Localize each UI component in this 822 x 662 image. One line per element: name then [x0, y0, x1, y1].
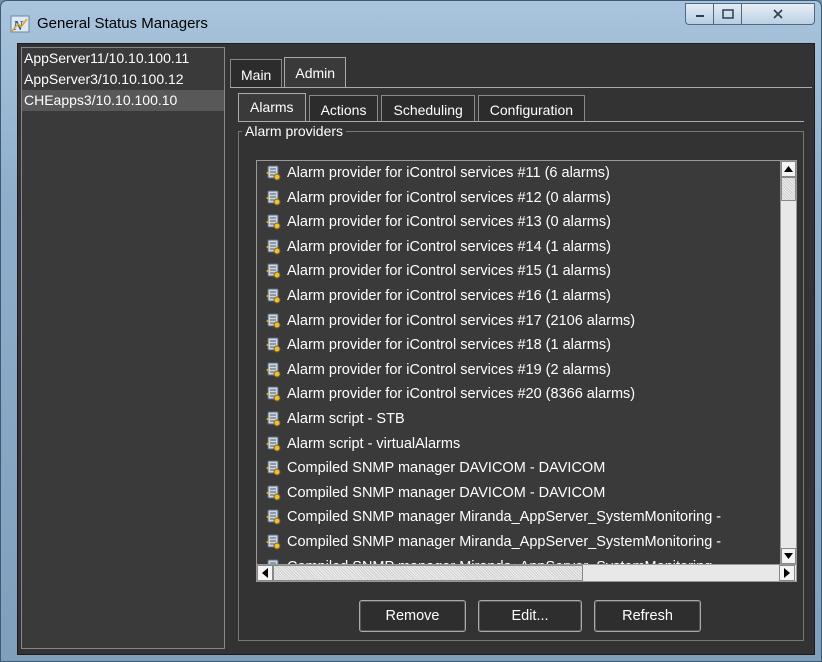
server-list-item[interactable]: CHEapps3/10.10.100.10	[22, 90, 224, 111]
close-button[interactable]	[741, 3, 815, 25]
provider-icon	[265, 263, 281, 279]
close-icon	[773, 9, 783, 19]
tab-actions[interactable]: Actions	[308, 95, 379, 121]
server-list-item[interactable]: AppServer3/10.10.100.12	[22, 69, 224, 90]
provider-list-item[interactable]: Compiled SNMP manager Miranda_AppServer_…	[257, 555, 787, 564]
client-area: AppServer11/10.10.100.11 AppServer3/10.10…	[17, 43, 815, 655]
provider-label: Alarm script - virtualAlarms	[287, 435, 461, 452]
provider-label: Alarm provider for iControl services #17…	[287, 312, 636, 329]
arrow-right-icon	[784, 568, 790, 578]
provider-label: Alarm provider for iControl services #11…	[287, 165, 610, 181]
providers-listbox[interactable]: Alarm provider for iControl services #11…	[256, 160, 797, 582]
provider-label: Compiled SNMP manager Miranda_AppServer_…	[287, 533, 722, 550]
app-icon: N	[10, 15, 30, 34]
server-list-item[interactable]: AppServer11/10.10.100.11	[22, 48, 224, 69]
provider-list-item[interactable]: Alarm script - STB	[257, 407, 787, 432]
provider-list-item[interactable]: Alarm provider for iControl services #11…	[257, 161, 787, 186]
provider-icon	[265, 288, 281, 304]
scroll-up-button[interactable]	[781, 161, 796, 177]
provider-icon	[265, 460, 281, 476]
provider-list-item[interactable]: Alarm provider for iControl services #20…	[257, 382, 787, 407]
provider-icon	[265, 411, 281, 427]
provider-icon	[265, 214, 281, 230]
horizontal-scroll-thumb[interactable]	[273, 565, 583, 581]
sub-tab-divider	[238, 121, 804, 122]
provider-label: Alarm script - STB	[287, 410, 405, 427]
minimize-button[interactable]	[685, 3, 713, 25]
provider-label: Alarm provider for iControl services #12…	[287, 189, 611, 206]
tab-scheduling[interactable]: Scheduling	[381, 95, 475, 121]
provider-icon	[265, 485, 281, 501]
provider-label: Alarm provider for iControl services #18…	[287, 337, 611, 354]
provider-list-item[interactable]: Alarm provider for iControl services #18…	[257, 333, 787, 358]
caption-buttons	[685, 3, 815, 25]
arrow-down-icon	[784, 553, 793, 559]
tab-divider	[230, 87, 812, 88]
provider-icon	[265, 190, 281, 206]
remove-button[interactable]: Remove	[359, 600, 466, 632]
provider-icon	[265, 436, 281, 452]
tab-alarms[interactable]: Alarms	[238, 93, 306, 121]
window-title: General Status Managers	[37, 15, 208, 32]
manager-panel: Main Admin Alarms Actions Scheduling Configu…	[230, 47, 812, 651]
provider-icon	[265, 165, 281, 181]
scroll-left-button[interactable]	[257, 565, 273, 581]
provider-label: Alarm provider for iControl services #14…	[287, 238, 611, 255]
provider-icon	[265, 386, 281, 402]
provider-label: Alarm provider for iControl services #13…	[287, 214, 611, 231]
provider-icon	[265, 239, 281, 255]
maximize-button[interactable]	[713, 3, 741, 25]
horizontal-scrollbar[interactable]	[257, 564, 796, 581]
provider-label: Alarm provider for iControl services #19…	[287, 361, 611, 378]
provider-label: Alarm provider for iControl services #15…	[287, 263, 611, 280]
tab-main[interactable]: Main	[230, 59, 283, 87]
edit-button[interactable]: Edit...	[478, 600, 582, 632]
restore-icon	[721, 9, 734, 19]
provider-list-item[interactable]: Alarm provider for iControl services #12…	[257, 186, 787, 211]
scroll-right-button[interactable]	[779, 565, 795, 581]
minimize-icon	[695, 15, 704, 17]
provider-icon	[265, 534, 281, 550]
vertical-scroll-thumb[interactable]	[781, 177, 796, 201]
provider-list-item[interactable]: Alarm script - virtualAlarms	[257, 432, 787, 457]
provider-label: Alarm provider for iControl services #16…	[287, 287, 611, 304]
server-list[interactable]: AppServer11/10.10.100.11 AppServer3/10.10…	[21, 47, 225, 649]
provider-label: Compiled SNMP manager DAVICOM - DAVICOM	[287, 484, 606, 501]
refresh-button[interactable]: Refresh	[594, 600, 701, 632]
provider-list-item[interactable]: Compiled SNMP manager Miranda_AppServer_…	[257, 505, 787, 530]
scroll-down-button[interactable]	[781, 548, 796, 564]
provider-list-item[interactable]: Alarm provider for iControl services #13…	[257, 210, 787, 235]
title-bar[interactable]: N General Status Managers	[1, 1, 821, 43]
arrow-left-icon	[262, 568, 268, 578]
provider-list-item[interactable]: Alarm provider for iControl services #14…	[257, 235, 787, 260]
provider-icon	[265, 313, 281, 329]
provider-label: Compiled SNMP manager Miranda_AppServer_…	[287, 509, 722, 526]
provider-list-item[interactable]: Compiled SNMP manager Miranda_AppServer_…	[257, 530, 787, 555]
provider-list-item[interactable]: Alarm provider for iControl services #17…	[257, 309, 787, 334]
arrow-up-icon	[784, 166, 793, 172]
provider-icon	[265, 337, 281, 353]
provider-icon	[265, 362, 281, 378]
provider-list-item[interactable]: Alarm provider for iControl services #16…	[257, 284, 787, 309]
provider-label: Compiled SNMP manager DAVICOM - DAVICOM	[287, 460, 606, 477]
group-title: Alarm providers	[242, 123, 347, 139]
application-window: N General Status Managers AppServer11/10…	[0, 0, 822, 662]
main-tab-bar: Main Admin	[230, 57, 348, 87]
action-buttons: Remove Edit... Refresh	[359, 600, 701, 632]
provider-list-item[interactable]: Alarm provider for iControl services #19…	[257, 358, 787, 383]
vertical-scrollbar[interactable]	[780, 161, 796, 564]
alarm-providers-group: Alarm providers Alarm provider for iCont…	[238, 123, 804, 641]
providers-list[interactable]: Alarm provider for iControl services #11…	[257, 161, 787, 564]
sub-tab-bar: Alarms Actions Scheduling Configuration	[238, 93, 588, 121]
provider-icon	[265, 509, 281, 525]
provider-list-item[interactable]: Compiled SNMP manager DAVICOM - DAVICOM	[257, 481, 787, 506]
provider-label: Alarm provider for iControl services #20…	[287, 386, 636, 403]
provider-list-item[interactable]: Compiled SNMP manager DAVICOM - DAVICOM	[257, 456, 787, 481]
tab-admin[interactable]: Admin	[284, 57, 347, 87]
tab-configuration[interactable]: Configuration	[477, 95, 586, 121]
provider-list-item[interactable]: Alarm provider for iControl services #15…	[257, 259, 787, 284]
